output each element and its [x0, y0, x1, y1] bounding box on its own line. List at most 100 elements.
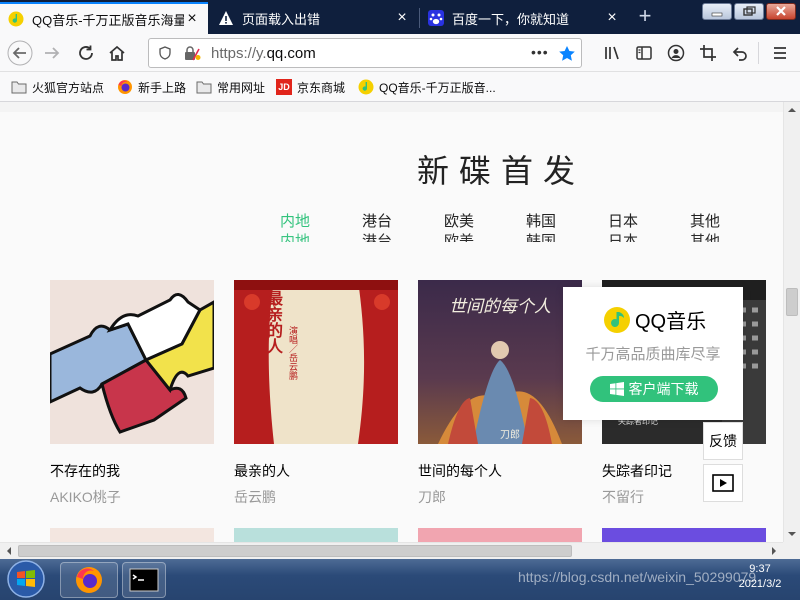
- url-domain: qq.com: [266, 45, 316, 62]
- feedback-button[interactable]: 反馈: [703, 422, 743, 460]
- album-artist[interactable]: 刀郎: [418, 487, 582, 507]
- bookmarks-toolbar: 火狐官方站点 新手上路 常用网址 JD 京东商城 QQ音乐-千万正版音...: [0, 72, 800, 102]
- tab-baidu[interactable]: 百度一下，你就知道 ×: [420, 2, 628, 34]
- new-tab-button[interactable]: +: [632, 4, 658, 30]
- restore-icon: [743, 6, 756, 16]
- bookmark-label: 常用网址: [217, 80, 266, 95]
- tab-qq-music[interactable]: QQ音乐-千万正版音乐海量无损 ×: [0, 2, 208, 34]
- album-artist[interactable]: 岳云鹏: [234, 487, 398, 507]
- category-tab-mainland[interactable]: 内地 内地: [280, 210, 340, 250]
- undo-close-button[interactable]: [726, 39, 754, 67]
- album-title[interactable]: 最亲的人: [234, 461, 398, 481]
- album-card[interactable]: 最亲的人 演唱／岳云鹏 最亲的人 岳云鹏: [234, 280, 398, 507]
- vertical-scrollbar[interactable]: [783, 102, 800, 542]
- back-arrow-icon: [7, 40, 33, 66]
- forward-button[interactable]: [38, 39, 66, 67]
- vertical-scroll-thumb[interactable]: [786, 288, 798, 316]
- album-artist[interactable]: AKIKO桃子: [50, 487, 214, 507]
- play-video-icon: [712, 474, 734, 492]
- album-cover-row2[interactable]: [602, 528, 766, 542]
- close-tab-icon[interactable]: ×: [184, 11, 200, 27]
- album-title[interactable]: 世间的每个人: [418, 461, 582, 481]
- bookmark-jd[interactable]: JD 京东商城: [276, 78, 345, 96]
- restore-button[interactable]: [734, 3, 764, 20]
- bookmark-qq-music[interactable]: QQ音乐-千万正版音...: [358, 78, 496, 96]
- category-clip-mask: [270, 242, 750, 256]
- album-title[interactable]: 不存在的我: [50, 461, 214, 481]
- account-icon: [667, 44, 685, 62]
- sidebar-button[interactable]: [630, 39, 658, 67]
- screenshot-button[interactable]: [694, 39, 722, 67]
- tab-strip: QQ音乐-千万正版音乐海量无损 × 页面载入出错 × 百度一下，你就知道 × +: [0, 0, 800, 34]
- system-clock[interactable]: 9:37 2021/3/2: [728, 562, 792, 592]
- album-card[interactable]: 世间的每个人 刀郎 世间的每个人 刀郎: [418, 280, 582, 507]
- category-tab-korea[interactable]: 韩国 韩国: [526, 210, 586, 250]
- album-cover-row2[interactable]: [234, 528, 398, 542]
- windows-taskbar: https://blog.csdn.net/weixin_50299079 9:…: [0, 559, 800, 600]
- category-tab-western[interactable]: 欧美 欧美: [444, 210, 504, 250]
- address-bar[interactable]: https://y.qq.com •••: [148, 38, 582, 68]
- cover-album-title: 世间的每个人: [449, 297, 551, 317]
- menu-button[interactable]: [766, 39, 794, 67]
- account-button[interactable]: [662, 39, 690, 67]
- category-tab-japan[interactable]: 日本 日本: [608, 210, 668, 250]
- bookmark-firefox-site[interactable]: 火狐官方站点: [11, 78, 104, 96]
- album-cover-row2[interactable]: [418, 528, 582, 542]
- category-label: 欧美: [444, 213, 475, 230]
- library-button[interactable]: [598, 39, 626, 67]
- sidebar-icon: [636, 46, 652, 60]
- player-button[interactable]: [703, 464, 743, 502]
- firefox-icon: [118, 80, 132, 94]
- close-tab-icon[interactable]: ×: [394, 10, 410, 26]
- jd-icon: JD: [276, 79, 292, 95]
- album-cover[interactable]: 最亲的人 演唱／岳云鹏: [234, 280, 398, 444]
- album-cover-row2[interactable]: [50, 528, 214, 542]
- download-promo-card: QQ音乐 千万高品质曲库尽享 客户端下载: [563, 287, 743, 420]
- download-client-button[interactable]: 客户端下载: [590, 376, 718, 402]
- close-window-button[interactable]: [766, 3, 796, 20]
- back-button[interactable]: [6, 39, 34, 67]
- album-cover[interactable]: 世间的每个人 刀郎: [418, 280, 582, 444]
- reload-button[interactable]: [72, 39, 100, 67]
- qq-music-brand: QQ音乐: [603, 305, 706, 334]
- hamburger-menu-icon: [774, 47, 786, 59]
- category-tab-hk-tw[interactable]: 港台 港台: [362, 210, 422, 250]
- url-text[interactable]: https://y.qq.com: [211, 45, 316, 62]
- page-actions-button[interactable]: •••: [531, 44, 549, 60]
- horizontal-scroll-thumb[interactable]: [18, 545, 572, 557]
- curtain-cover-art: [234, 280, 398, 444]
- scroll-right-arrow-icon[interactable]: [767, 543, 781, 559]
- album-card[interactable]: 不存在的我 AKIKO桃子: [50, 280, 214, 507]
- close-icon: [776, 6, 786, 16]
- start-button-icon[interactable]: [4, 559, 48, 600]
- forward-arrow-icon: [45, 47, 60, 59]
- brand-name: QQ音乐: [635, 311, 707, 333]
- scroll-up-arrow-icon[interactable]: [784, 102, 800, 118]
- tracking-shield-icon[interactable]: [158, 46, 172, 60]
- qq-music-icon: [358, 79, 374, 95]
- taskbar-console[interactable]: [122, 562, 166, 598]
- clock-time: 9:37: [749, 563, 771, 575]
- tab-title: 页面载入出错: [242, 11, 321, 27]
- tab-error-page[interactable]: 页面载入出错 ×: [210, 2, 418, 34]
- taskbar-firefox[interactable]: [60, 562, 118, 598]
- album-cover[interactable]: [50, 280, 214, 444]
- scroll-left-arrow-icon[interactable]: [2, 543, 16, 559]
- close-tab-icon[interactable]: ×: [604, 10, 620, 26]
- minimize-icon: [711, 12, 723, 17]
- bookmark-star-icon[interactable]: [558, 45, 576, 63]
- folder-icon: [196, 81, 212, 94]
- bookmark-getting-started[interactable]: 新手上路: [117, 78, 186, 96]
- insecure-lock-icon[interactable]: [183, 45, 201, 61]
- minimize-button[interactable]: [702, 3, 732, 20]
- scroll-down-arrow-icon[interactable]: [784, 526, 800, 542]
- undo-icon: [732, 47, 747, 61]
- category-tab-other[interactable]: 其他 其他: [690, 210, 750, 250]
- category-label: 其他: [690, 213, 721, 230]
- cover-artist-signature: 刀郎: [500, 430, 520, 441]
- home-button[interactable]: [103, 39, 131, 67]
- category-label: 日本: [608, 213, 639, 230]
- bookmark-common-sites[interactable]: 常用网址: [196, 78, 265, 96]
- folder-icon: [11, 81, 27, 94]
- horizontal-scrollbar[interactable]: [0, 542, 783, 559]
